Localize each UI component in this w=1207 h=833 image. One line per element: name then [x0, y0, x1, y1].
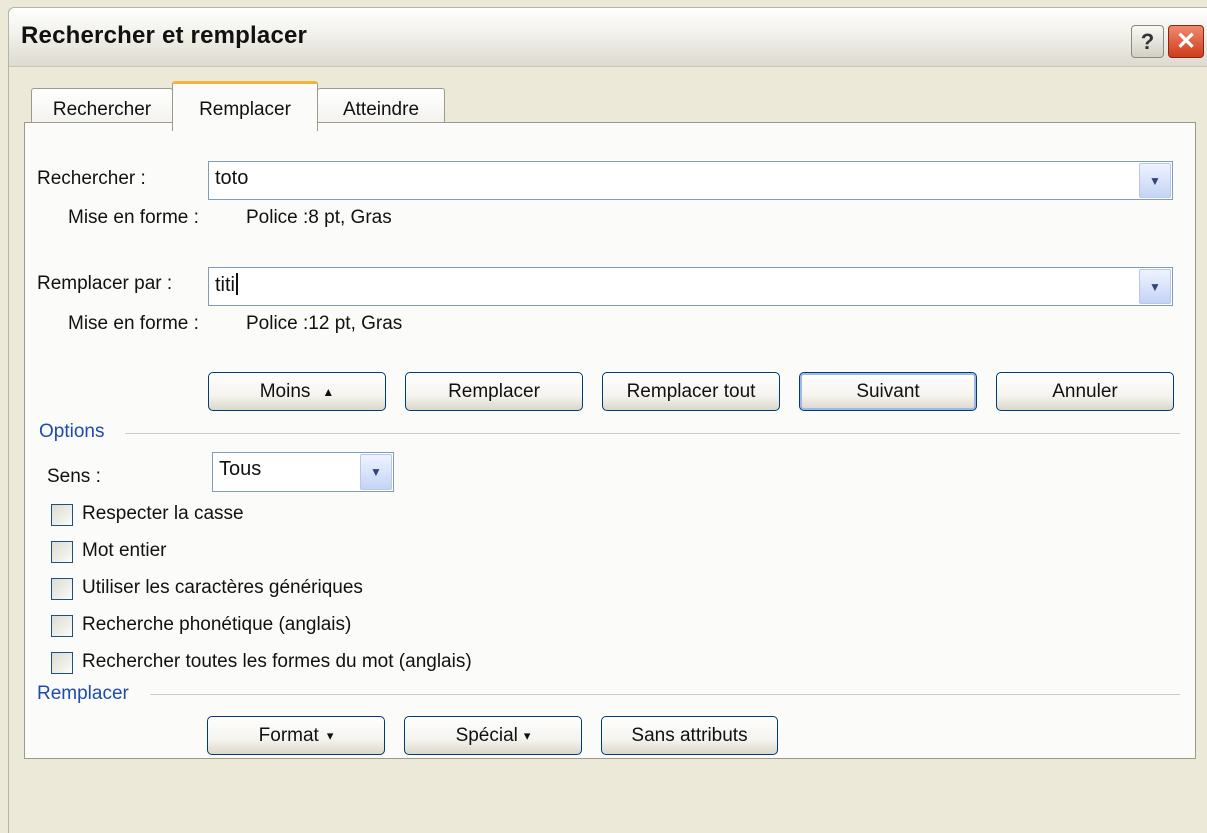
- replace-input[interactable]: titi ▼: [208, 267, 1173, 306]
- sounds-like-checkbox[interactable]: [51, 615, 73, 637]
- title-bar: Rechercher et remplacer ? ✕: [9, 8, 1207, 67]
- find-value: toto: [215, 167, 249, 189]
- dialog-title: Rechercher et remplacer: [21, 22, 308, 49]
- match-case-checkbox[interactable]: [51, 504, 73, 526]
- special-button[interactable]: Spécial ▾: [404, 716, 582, 755]
- less-button-label: Moins: [259, 380, 311, 402]
- close-button[interactable]: ✕: [1168, 25, 1204, 58]
- no-formatting-button[interactable]: Sans attributs: [601, 716, 778, 755]
- options-divider: [125, 433, 1180, 434]
- find-format-label: Mise en forme :: [68, 207, 199, 228]
- replace-with-label: Remplacer par :: [37, 273, 173, 294]
- replace-section-divider: [150, 694, 1180, 695]
- wildcards-label: Utiliser les caractères génériques: [82, 577, 363, 598]
- replace-value: titi: [215, 274, 235, 296]
- format-button[interactable]: Format ▾: [207, 716, 385, 755]
- menu-arrow-icon: ▾: [326, 727, 334, 743]
- find-label: Rechercher :: [37, 168, 146, 189]
- help-button[interactable]: ?: [1131, 25, 1164, 58]
- chevron-down-icon[interactable]: ▼: [1139, 163, 1171, 198]
- chevron-down-icon[interactable]: ▼: [360, 454, 392, 490]
- tab-replace-label: Remplacer: [199, 99, 291, 120]
- tab-find-label: Rechercher: [52, 99, 152, 120]
- special-button-label: Spécial: [455, 724, 518, 746]
- find-input[interactable]: toto ▼: [208, 161, 1173, 200]
- direction-label: Sens :: [47, 466, 101, 487]
- match-case-label: Respecter la casse: [82, 503, 244, 524]
- replace-all-button[interactable]: Remplacer tout: [602, 372, 780, 411]
- all-word-forms-label: Rechercher toutes les formes du mot (ang…: [82, 651, 472, 672]
- collapse-arrow-icon: ▲: [322, 384, 335, 399]
- whole-word-checkbox[interactable]: [51, 541, 73, 563]
- wildcards-checkbox[interactable]: [51, 578, 73, 600]
- replace-format-value: Police :12 pt, Gras: [246, 313, 403, 334]
- tab-replace[interactable]: Remplacer: [172, 81, 318, 131]
- replace-tab-panel: Rechercher : toto ▼ Mise en forme : Poli…: [24, 122, 1196, 759]
- less-button[interactable]: Moins ▲: [208, 372, 386, 411]
- help-icon: ?: [1140, 28, 1155, 54]
- replace-format-label: Mise en forme :: [68, 313, 199, 334]
- sounds-like-label: Recherche phonétique (anglais): [82, 614, 352, 635]
- whole-word-label: Mot entier: [82, 540, 167, 561]
- chevron-down-icon[interactable]: ▼: [1139, 269, 1171, 304]
- menu-arrow-icon: ▾: [523, 727, 531, 743]
- format-button-label: Format: [258, 724, 319, 746]
- direction-select[interactable]: Tous ▼: [212, 452, 394, 492]
- replace-button[interactable]: Remplacer: [405, 372, 583, 411]
- find-replace-dialog: Rechercher et remplacer ? ✕ Rechercher R…: [8, 7, 1207, 833]
- find-format-value: Police :8 pt, Gras: [246, 207, 392, 228]
- close-icon: ✕: [1175, 28, 1197, 55]
- all-word-forms-checkbox[interactable]: [51, 652, 73, 674]
- replace-section-heading: Remplacer: [37, 683, 137, 705]
- tab-goto-label: Atteindre: [342, 99, 420, 120]
- text-caret: [236, 273, 238, 295]
- options-heading: Options: [39, 421, 113, 443]
- next-button[interactable]: Suivant: [799, 372, 977, 411]
- replace-value-wrap: titi: [215, 273, 238, 297]
- direction-value: Tous: [219, 458, 262, 480]
- cancel-button[interactable]: Annuler: [996, 372, 1174, 411]
